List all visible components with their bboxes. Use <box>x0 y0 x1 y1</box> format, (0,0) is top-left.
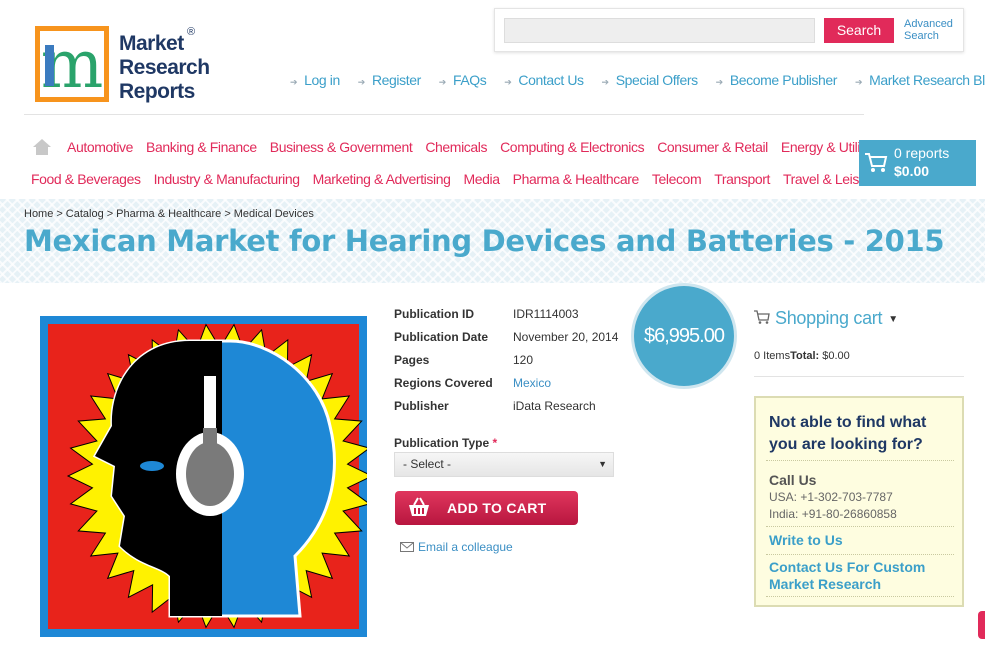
add-to-cart-label: ADD TO CART <box>447 500 547 516</box>
search-button[interactable]: Search <box>824 18 894 43</box>
chevron-down-icon: ▼ <box>888 314 898 325</box>
top-links: ➔ Log in ➔ Register ➔ FAQs ➔ Contact Us ➔ Spe… <box>290 72 985 88</box>
logo-mark: m <box>35 26 109 102</box>
cart-summary: 0 ItemsTotal: $0.00 <box>754 350 850 362</box>
breadcrumb-home[interactable]: Home <box>24 208 53 220</box>
top-link-contact[interactable]: ➔ Contact Us <box>504 72 584 88</box>
product-image <box>40 316 367 637</box>
breadcrumb: Home > Catalog > Pharma & Healthcare > Medical… <box>24 208 314 220</box>
search-input[interactable] <box>504 18 815 43</box>
cart-report-count: 0 reports <box>894 145 950 161</box>
category-automotive[interactable]: Automotive <box>67 139 133 155</box>
top-link-faqs[interactable]: ➔ FAQs <box>439 72 487 88</box>
shopping-cart-toggle[interactable]: Shopping cart ▼ <box>754 308 898 329</box>
meta-key: Pages <box>394 353 430 367</box>
cart-amount: $0.00 <box>894 163 930 179</box>
category-consumer-retail[interactable]: Consumer & Retail <box>657 139 768 155</box>
publication-type-value: - Select - <box>403 457 452 471</box>
category-business-government[interactable]: Business & Government <box>270 139 413 155</box>
category-marketing-advertising[interactable]: Marketing & Advertising <box>313 171 451 187</box>
search-bar: Search Advanced Search <box>494 8 964 52</box>
custom-research-link[interactable]: Contact Us For Custom Market Research <box>769 559 949 593</box>
sidebar-divider <box>754 376 964 377</box>
advanced-search-link[interactable]: Advanced Search <box>904 18 962 42</box>
category-food-beverages[interactable]: Food & Beverages <box>31 171 141 187</box>
logo-wordmark: Market Research Reports <box>119 32 210 103</box>
help-question: Not able to find what you are looking fo… <box>769 414 927 453</box>
category-telecom[interactable]: Telecom <box>652 171 702 187</box>
publication-type-select[interactable]: - Select - ▼ <box>394 452 614 477</box>
write-to-us-link[interactable]: Write to Us <box>769 532 843 549</box>
help-box: Not able to find what you are looking fo… <box>754 396 964 607</box>
category-nav-row-2: Food & Beverages Industry & Manufacturing… <box>31 171 891 187</box>
price-badge: $6,995.00 <box>634 286 734 386</box>
page-title: Mexican Market for Hearing Devices and B… <box>24 224 945 258</box>
header-divider <box>24 114 864 115</box>
divider <box>766 460 954 461</box>
breadcrumb-separator: > <box>224 208 231 220</box>
top-link-become-publisher[interactable]: ➔ Become Publisher <box>715 72 838 88</box>
call-us-heading: Call Us <box>769 472 817 488</box>
arrow-bullet-icon: ➔ <box>854 77 863 87</box>
phone-india: India: +91-80-26860858 <box>769 507 897 521</box>
category-chemicals[interactable]: Chemicals <box>425 139 487 155</box>
breadcrumb-catalog[interactable]: Catalog <box>66 208 104 220</box>
required-mark: * <box>492 436 498 450</box>
divider <box>766 554 954 555</box>
email-icon <box>400 542 414 552</box>
divider <box>766 526 954 527</box>
cart-icon <box>865 153 888 172</box>
category-pharma-healthcare[interactable]: Pharma & Healthcare <box>513 171 640 187</box>
meta-value: IDR1114003 <box>513 307 579 321</box>
meta-value: iData Research <box>513 399 596 413</box>
meta-key: Publication Date <box>394 330 489 344</box>
category-transport[interactable]: Transport <box>714 171 770 187</box>
arrow-bullet-icon: ➔ <box>290 77 298 87</box>
feedback-tab[interactable] <box>978 611 985 639</box>
meta-value: 120 <box>513 353 534 367</box>
arrow-bullet-icon: ➔ <box>504 77 512 87</box>
header-cart-button[interactable]: 0 reports $0.00 <box>859 140 976 186</box>
divider <box>766 596 954 597</box>
meta-key: Publication ID <box>394 307 475 321</box>
chevron-down-icon: ▼ <box>598 459 607 469</box>
add-to-cart-button[interactable]: ADD TO CART <box>395 491 578 525</box>
category-media[interactable]: Media <box>463 171 500 187</box>
breadcrumb-current: Medical Devices <box>233 208 314 220</box>
arrow-bullet-icon: ➔ <box>438 77 447 87</box>
top-link-register[interactable]: ➔ Register <box>358 72 421 88</box>
meta-value: November 20, 2014 <box>513 330 619 344</box>
breadcrumb-separator: > <box>106 208 114 220</box>
home-icon[interactable] <box>33 139 51 155</box>
basket-icon <box>409 497 429 516</box>
top-link-special-offers[interactable]: ➔ Special Offers <box>601 72 699 88</box>
meta-key: Publisher <box>394 399 449 413</box>
top-link-login[interactable]: ➔ Log in <box>290 72 340 88</box>
category-banking-finance[interactable]: Banking & Finance <box>146 139 257 155</box>
arrow-bullet-icon: ➔ <box>357 77 366 87</box>
publication-type-label: Publication Type * <box>394 436 498 450</box>
registered-mark: ® <box>187 26 196 38</box>
breadcrumb-pharma[interactable]: Pharma & Healthcare <box>116 208 221 220</box>
arrow-bullet-icon: ➔ <box>715 77 724 87</box>
arrow-bullet-icon: ➔ <box>601 77 610 87</box>
site-logo[interactable]: m Market Research Reports ® <box>35 26 210 106</box>
phone-usa: USA: +1-302-703-7787 <box>769 490 893 504</box>
category-nav-row-1: Automotive Banking & Finance Business & Go… <box>67 139 893 155</box>
category-industry-manufacturing[interactable]: Industry & Manufacturing <box>154 171 300 187</box>
breadcrumb-separator: > <box>56 208 63 220</box>
top-link-blog[interactable]: ➔Market Research Blog <box>855 72 985 88</box>
region-link[interactable]: Mexico <box>513 376 551 390</box>
meta-key: Regions Covered <box>394 376 493 390</box>
cart-icon <box>754 310 770 324</box>
email-colleague-link[interactable]: Email a colleague <box>400 540 513 554</box>
category-computing-electronics[interactable]: Computing & Electronics <box>500 139 644 155</box>
